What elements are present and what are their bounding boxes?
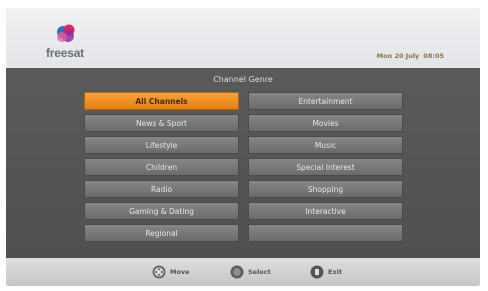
genre-news-sport-button[interactable]: News & Sport — [84, 114, 239, 132]
genre-radio-button[interactable]: Radio — [84, 180, 239, 198]
genre-lifestyle-button[interactable]: Lifestyle — [84, 136, 239, 154]
genre-children-button[interactable]: Children — [84, 158, 239, 176]
select-hint-label: Select — [248, 268, 271, 276]
genre-special-interest-button[interactable]: Special Interest — [248, 158, 403, 176]
genre-menu: Channel Genre All Channels News & Sport … — [6, 68, 480, 258]
move-hint: Move — [152, 264, 190, 280]
exit-hint: Exit — [310, 264, 342, 280]
genre-music-button[interactable]: Music — [248, 136, 403, 154]
footer-bar: Move Select Exit — [6, 258, 480, 286]
genre-shopping-button[interactable]: Shopping — [248, 180, 403, 198]
ok-button-icon — [230, 265, 244, 279]
genre-interactive-button[interactable]: Interactive — [248, 202, 403, 220]
header-bar: freesat Mon 20 July 08:05 — [6, 8, 480, 68]
genre-all-channels-button[interactable]: All Channels — [84, 92, 239, 110]
genre-movies-button[interactable]: Movies — [248, 114, 403, 132]
genre-entertainment-button[interactable]: Entertainment — [248, 92, 403, 110]
select-hint: Select — [230, 264, 271, 280]
navigation-pad-icon — [152, 265, 166, 279]
tv-screen: freesat Mon 20 July 08:05 Channel Genre A… — [6, 8, 480, 286]
exit-button-icon — [310, 265, 324, 279]
date-label: Mon 20 July — [376, 52, 420, 60]
exit-hint-label: Exit — [328, 268, 342, 276]
genre-regional-button[interactable]: Regional — [84, 224, 239, 242]
freesat-logo-icon — [57, 24, 75, 42]
move-hint-label: Move — [170, 268, 190, 276]
menu-title: Channel Genre — [213, 75, 273, 84]
freesat-logo: freesat — [46, 24, 102, 64]
logo-text: freesat — [46, 46, 84, 60]
genre-gaming-dating-button[interactable]: Gaming & Dating — [84, 202, 239, 220]
time-label: 08:05 — [423, 52, 444, 60]
genre-empty-slot — [248, 224, 403, 242]
date-time: Mon 20 July 08:05 — [377, 52, 444, 60]
